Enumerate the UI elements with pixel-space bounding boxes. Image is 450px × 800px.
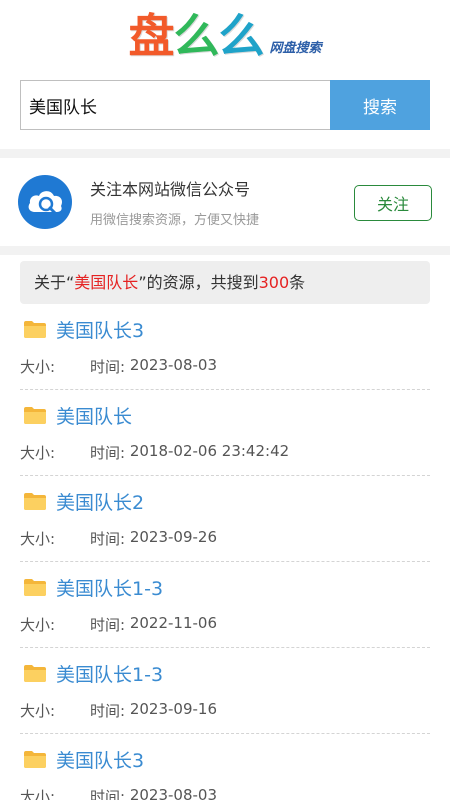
follow-button[interactable]: 关注 [354, 185, 432, 221]
time-label: 时间: [90, 444, 126, 462]
result-summary: 关于“美国队长”的资源，共搜到300条 [20, 261, 430, 304]
result-list: 美国队长3 大小: 时间: 2023-08-03 美国队长 大小: 时间: 20… [20, 304, 430, 800]
result-title-link[interactable]: 美国队长 [56, 402, 132, 429]
list-item: 美国队长1-3 大小: 时间: 2022-11-06 [20, 562, 430, 648]
time-label: 时间: [90, 530, 126, 548]
list-item: 美国队长3 大小: 时间: 2023-08-03 [20, 304, 430, 390]
size-label: 大小: [20, 444, 56, 462]
size-label: 大小: [20, 616, 56, 634]
size-label: 大小: [20, 702, 56, 720]
follow-title: 关注本网站微信公众号 [90, 180, 251, 199]
time-value: 2022-11-06 [129, 614, 218, 632]
folder-icon [24, 579, 46, 596]
folder-icon [24, 321, 46, 338]
logo-subtitle: 网盘搜索 [269, 41, 322, 56]
result-title-link[interactable]: 美国队长2 [56, 488, 144, 515]
search-button[interactable]: 搜索 [330, 80, 430, 130]
time-label: 时间: [90, 616, 126, 634]
time-value: 2023-09-26 [129, 528, 218, 546]
summary-count: 300 [258, 273, 290, 292]
list-item: 美国队长3 大小: 时间: 2023-08-03 [20, 734, 430, 800]
time-value: 2023-08-03 [129, 356, 218, 374]
summary-keyword: 美国队长 [74, 273, 139, 292]
cloud-search-icon [18, 175, 72, 229]
size-label: 大小: [20, 358, 56, 376]
list-item: 美国队长 大小: 时间: 2018-02-06 23:42:42 [20, 390, 430, 476]
time-label: 时间: [90, 702, 126, 720]
folder-icon [24, 493, 46, 510]
summary-middle: ”的资源，共搜到 [138, 273, 259, 292]
result-title-link[interactable]: 美国队长3 [56, 746, 144, 773]
folder-icon [24, 407, 46, 424]
wechat-follow-card: 关注本网站微信公众号 用微信搜索资源，方便又快捷 关注 [0, 158, 450, 246]
time-value: 2023-08-03 [129, 786, 218, 800]
time-label: 时间: [90, 358, 126, 376]
time-value: 2023-09-16 [129, 700, 218, 718]
time-label: 时间: [90, 788, 126, 800]
result-title-link[interactable]: 美国队长1-3 [56, 574, 163, 601]
divider-band [0, 149, 450, 158]
size-label: 大小: [20, 530, 56, 548]
search-bar: 搜索 [20, 80, 430, 130]
list-item: 美国队长2 大小: 时间: 2023-09-26 [20, 476, 430, 562]
result-title-link[interactable]: 美国队长3 [56, 316, 144, 343]
logo-char-3: 么 [218, 9, 264, 63]
divider-band [0, 246, 450, 255]
site-logo[interactable]: 盘 么 么 网盘搜索 [0, 8, 450, 68]
result-title-link[interactable]: 美国队长1-3 [56, 660, 163, 687]
list-item: 美国队长1-3 大小: 时间: 2023-09-16 [20, 648, 430, 734]
folder-icon [24, 751, 46, 768]
time-value: 2018-02-06 23:42:42 [129, 442, 290, 460]
follow-subtitle: 用微信搜索资源，方便又快捷 [90, 213, 260, 228]
folder-icon [24, 665, 46, 682]
summary-prefix: 关于“ [34, 273, 75, 292]
logo-char-1: 盘 [128, 9, 174, 63]
search-input[interactable] [20, 80, 330, 130]
logo-char-2: 么 [173, 9, 219, 63]
summary-suffix: 条 [289, 273, 306, 292]
size-label: 大小: [20, 788, 56, 800]
